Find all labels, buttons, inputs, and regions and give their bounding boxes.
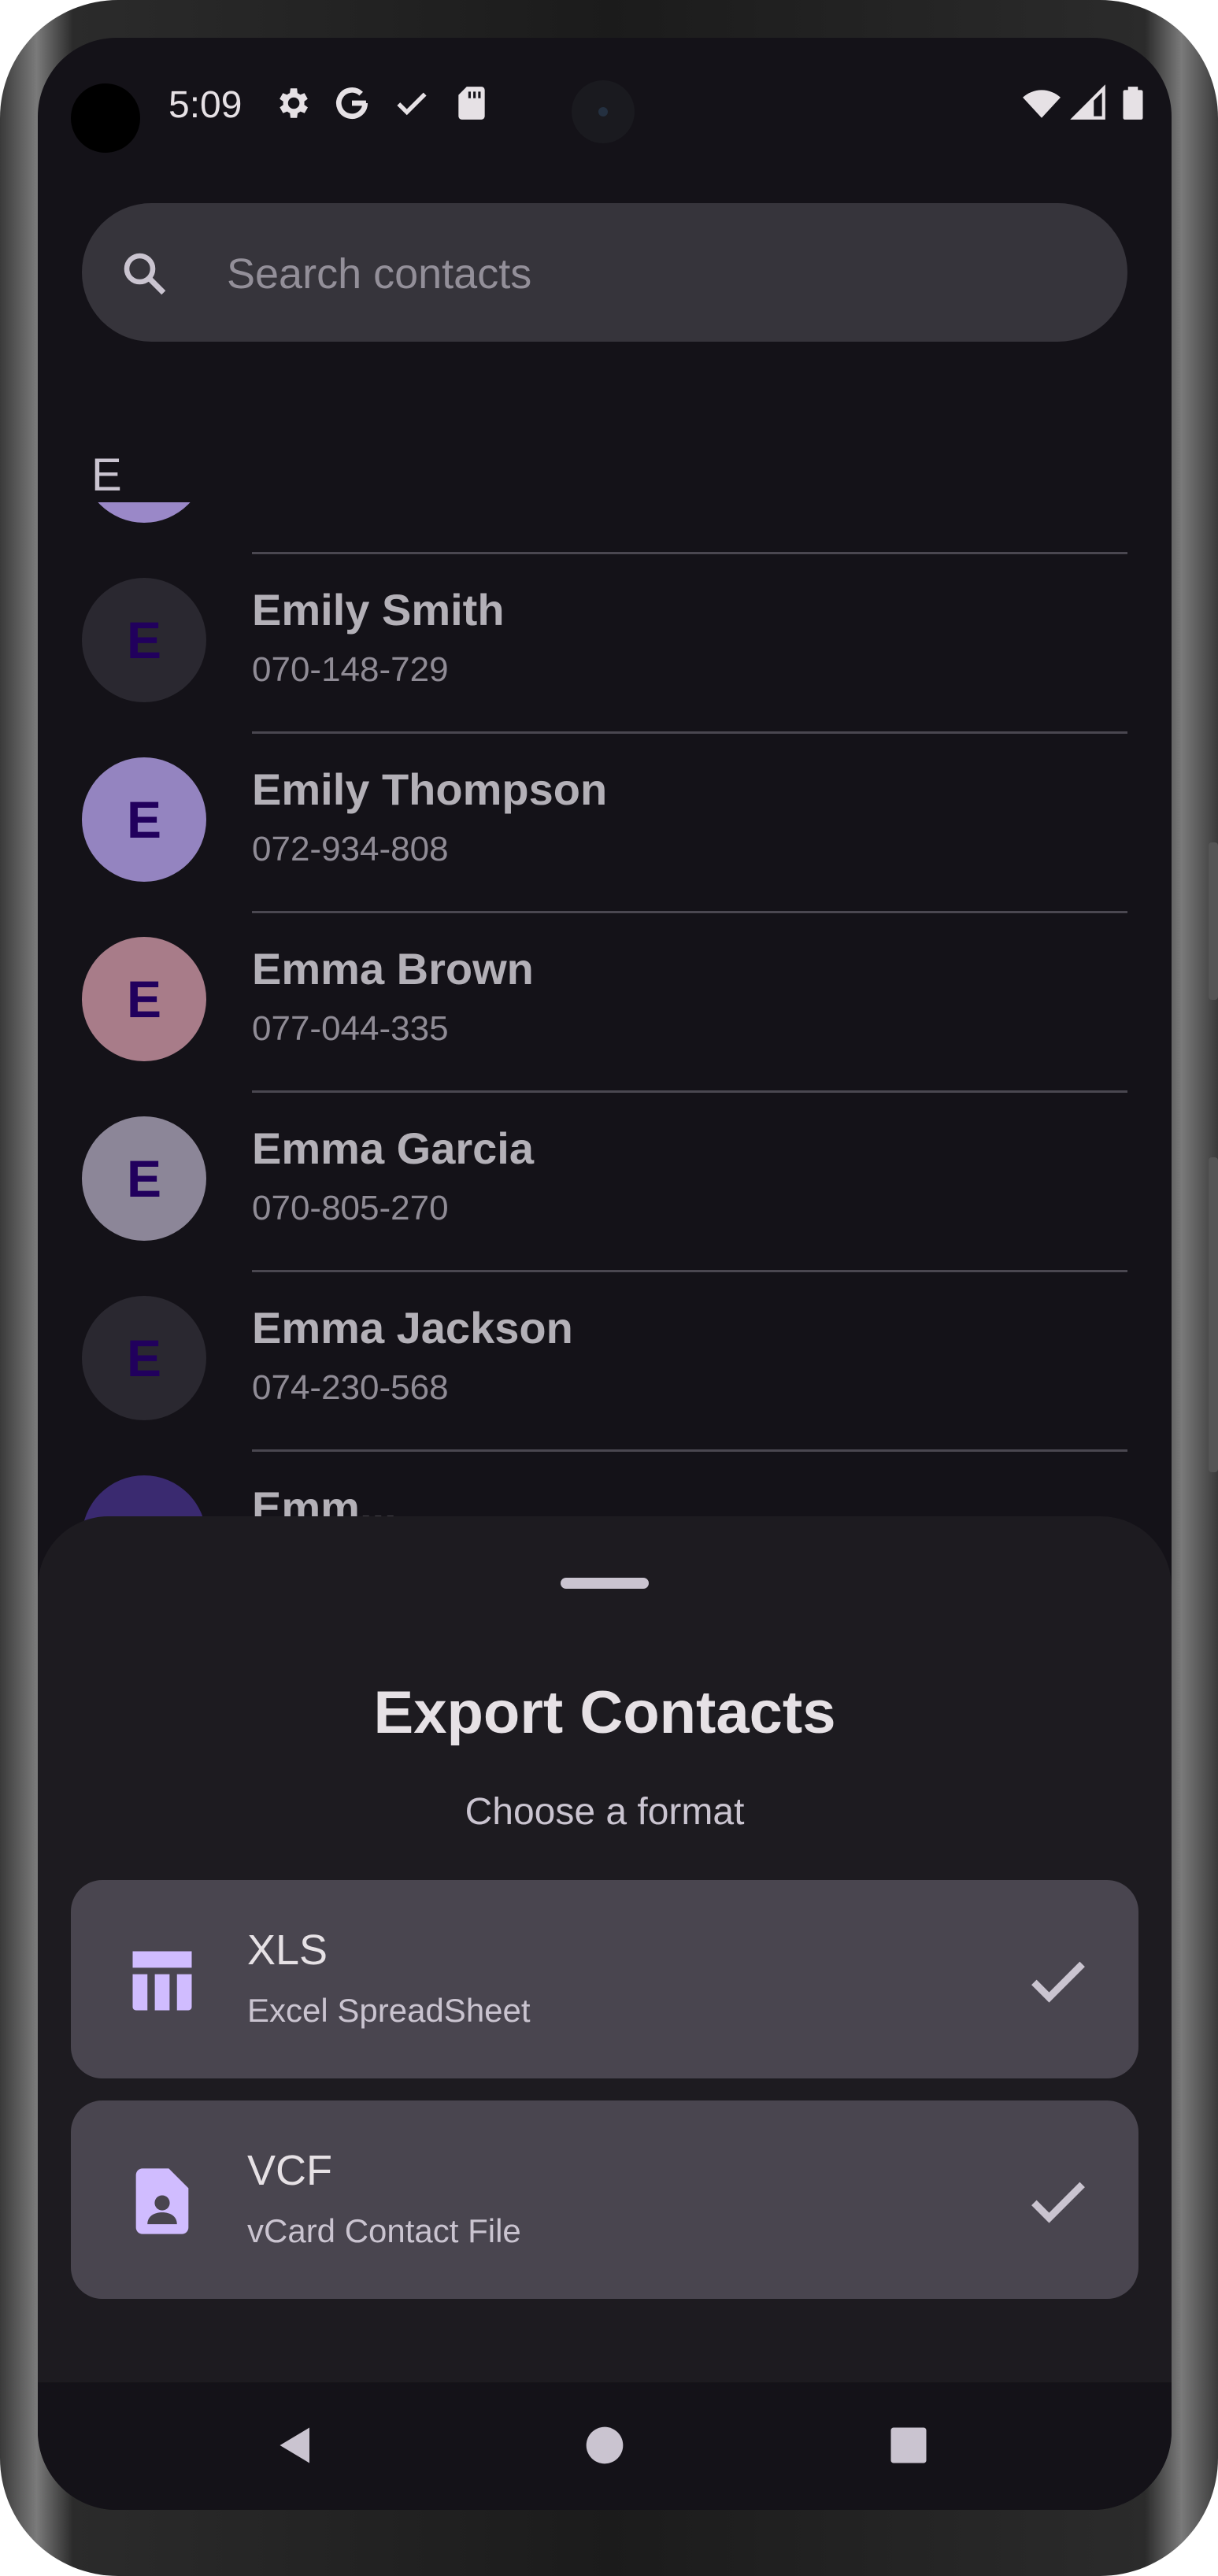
wifi-icon [1023,90,1061,118]
gear-icon [280,88,308,118]
contact-avatar: E [82,757,206,882]
search-icon[interactable] [118,247,170,299]
option-description: vCard Contact File [247,2212,521,2249]
contact-name: Emma Garcia [252,1123,534,1173]
google-icon [336,87,368,119]
contact-phone: 072-934-808 [252,830,449,868]
recents-icon [890,2427,927,2463]
power-button [1209,1157,1218,1472]
contact-avatar: E [82,937,206,1061]
export-bottom-sheet: Export Contacts Choose a format XLS Exce… [38,1516,1172,2382]
contact-list[interactable]: 077-051-178 E Emily Smith 070-148-729 E … [38,502,1172,1557]
hole-punch [71,83,140,153]
contact-file-icon [135,2168,189,2234]
screen: 5:09 Search contacts E E Emily Smith 070… [38,38,1172,2510]
contact-name: Emma Brown [252,944,534,994]
contact-name: Emily Thompson [252,764,608,814]
contact-row[interactable]: E Emma Brown 077-044-335 [38,913,1172,1093]
check-icon [1031,2182,1085,2223]
back-icon [280,2427,309,2463]
status-time: 5:09 [168,84,242,126]
sheet-title: Export Contacts [373,1679,836,1746]
contact-name: Emma Jackson [252,1303,573,1353]
contact-row[interactable]: 077-051-178 [38,502,1172,554]
search-bar[interactable] [82,203,1127,342]
signal-icon [1070,84,1105,120]
phone-frame: 5:09 Search contacts E E Emily Smith 070… [0,0,1218,2576]
contact-row[interactable]: E Emma Garcia 070-805-270 [38,1093,1172,1272]
volume-button [1209,842,1218,1000]
contact-avatar [82,502,206,523]
home-icon [586,2426,624,2464]
contact-row[interactable]: E Emily Smith 070-148-729 [38,554,1172,734]
contact-row[interactable]: E Emma Jackson 074-230-568 [38,1272,1172,1452]
check-icon [397,92,427,116]
contact-phone: 074-230-568 [252,1368,449,1407]
home-button[interactable] [565,2406,644,2485]
contact-phone: 077-051-178 [252,502,449,510]
contact-row[interactable]: E Emily Thompson 072-934-808 [38,734,1172,913]
contact-name: Emily Smith [252,585,505,635]
contact-phone: 070-148-729 [252,650,449,689]
section-header-letter: E [91,450,122,501]
option-title: VCF [247,2147,332,2194]
table-icon [132,1951,192,2011]
battery-icon [1123,87,1143,120]
contact-avatar: E [82,1296,206,1420]
export-option-xls[interactable]: XLS Excel SpreadSheet [71,1880,1138,2078]
contact-avatar: E [82,1116,206,1241]
search-input[interactable] [225,244,1094,304]
recents-button[interactable] [869,2406,948,2485]
status-bar: 5:09 [38,38,1172,180]
navigation-bar [38,2382,1172,2510]
front-camera [572,80,635,143]
back-button[interactable] [258,2406,337,2485]
option-description: Excel SpreadSheet [247,1992,531,2029]
option-title: XLS [247,1926,328,1974]
contact-phone: 077-044-335 [252,1009,449,1048]
sheet-subtitle: Choose a format [465,1791,745,1833]
export-option-vcf[interactable]: VCF vCard Contact File [71,2100,1138,2299]
drag-handle[interactable] [561,1578,649,1589]
contact-avatar: E [82,578,206,702]
contact-phone: 070-805-270 [252,1189,449,1227]
sd-card-icon [458,87,485,120]
check-icon [1031,1961,1085,2003]
